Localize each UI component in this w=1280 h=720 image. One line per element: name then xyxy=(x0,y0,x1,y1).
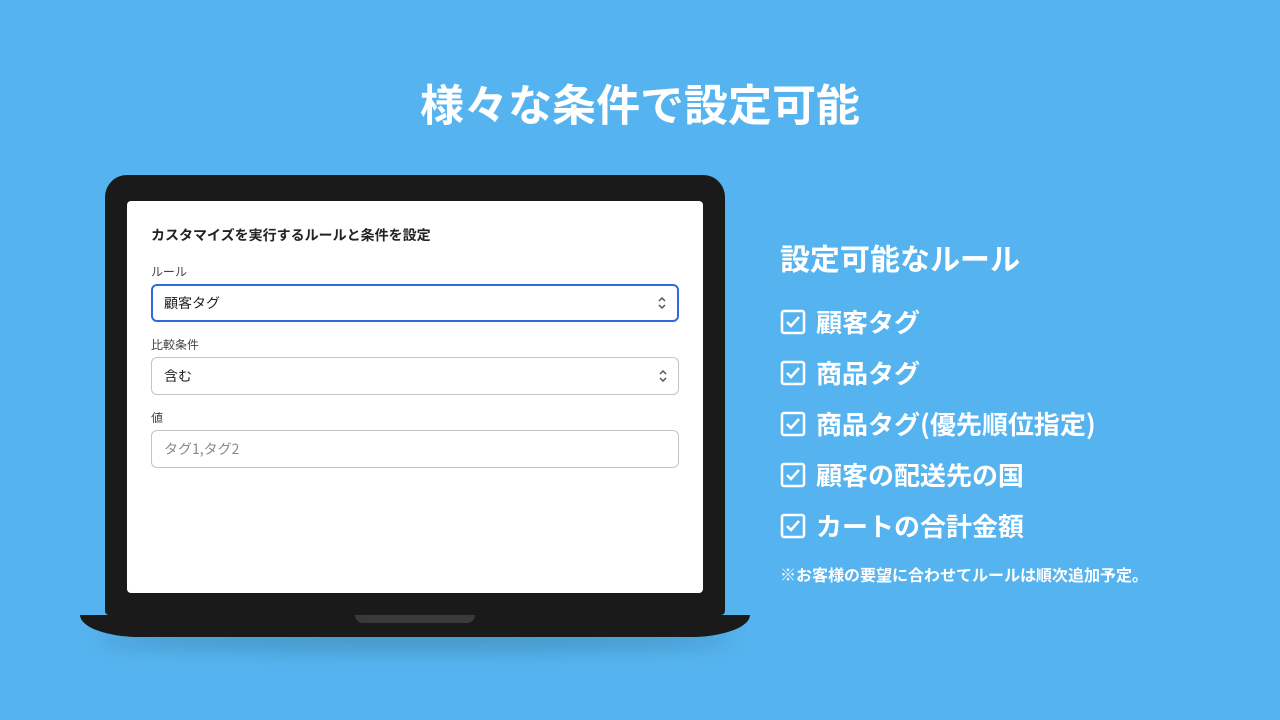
compare-select-value: 含む xyxy=(164,366,192,386)
rules-item: 顧客の配送先の国 xyxy=(780,456,1148,493)
value-field: 値 タグ1,タグ2 xyxy=(151,409,679,468)
rules-item: カートの合計金額 xyxy=(780,507,1148,544)
value-placeholder: タグ1,タグ2 xyxy=(164,439,239,459)
rules-footnote: ※お客様の要望に合わせてルールは順次追加予定。 xyxy=(780,562,1148,586)
rules-item-label: 顧客タグ xyxy=(816,303,920,340)
rules-item-label: 商品タグ xyxy=(816,354,920,391)
check-icon xyxy=(780,360,806,386)
check-icon xyxy=(780,513,806,539)
compare-select[interactable]: 含む xyxy=(151,357,679,395)
compare-label: 比較条件 xyxy=(151,336,679,353)
rules-list: 顧客タグ 商品タグ 商品タグ(優先順位指定) 顧客の配送先の国 カートの合計金額 xyxy=(780,303,1148,544)
compare-field: 比較条件 含む xyxy=(151,336,679,395)
rules-heading: 設定可能なルール xyxy=(780,235,1148,279)
rules-item: 商品タグ(優先順位指定) xyxy=(780,405,1148,442)
rules-item: 商品タグ xyxy=(780,354,1148,391)
laptop-base xyxy=(80,615,750,637)
rules-item-label: 商品タグ(優先順位指定) xyxy=(816,405,1096,442)
value-label: 値 xyxy=(151,409,679,426)
rules-item-label: カートの合計金額 xyxy=(816,507,1024,544)
rules-item: 顧客タグ xyxy=(780,303,1148,340)
check-icon xyxy=(780,462,806,488)
rules-item-label: 顧客の配送先の国 xyxy=(816,456,1024,493)
rules-panel: 設定可能なルール 顧客タグ 商品タグ 商品タグ(優先順位指定) 顧客の配送先の国… xyxy=(780,235,1148,586)
screen: カスタマイズを実行するルールと条件を設定 ルール 顧客タグ 比較条件 含む 値 xyxy=(127,201,703,593)
page-title: 様々な条件で設定可能 xyxy=(0,70,1280,134)
chevron-updown-icon xyxy=(658,369,668,383)
check-icon xyxy=(780,309,806,335)
laptop-frame: カスタマイズを実行するルールと条件を設定 ルール 顧客タグ 比較条件 含む 値 xyxy=(105,175,725,615)
form-heading: カスタマイズを実行するルールと条件を設定 xyxy=(151,225,679,245)
rule-select-value: 顧客タグ xyxy=(164,293,220,313)
rule-select[interactable]: 顧客タグ xyxy=(151,284,679,322)
chevron-updown-icon xyxy=(657,296,667,310)
check-icon xyxy=(780,411,806,437)
rule-label: ルール xyxy=(151,263,679,280)
value-input[interactable]: タグ1,タグ2 xyxy=(151,430,679,468)
rule-field: ルール 顧客タグ xyxy=(151,263,679,322)
